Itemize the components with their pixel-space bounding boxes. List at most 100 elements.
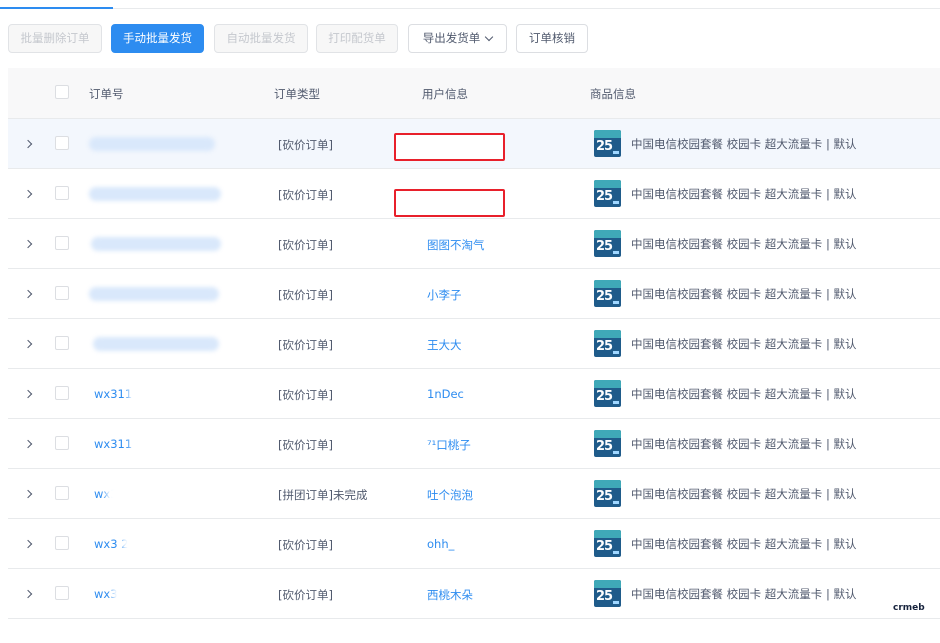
header-order-type: 订单类型 bbox=[274, 87, 320, 101]
table-row[interactable]: wx3 776[砍价订单]西桃木朵25中国电信校园套餐 校园卡 超大流量卡 | … bbox=[8, 569, 940, 619]
expand-row-icon[interactable] bbox=[24, 138, 34, 150]
product-name: 中国电信校园套餐 校园卡 超大流量卡 | 默认 bbox=[631, 387, 857, 401]
expand-row-icon[interactable] bbox=[24, 438, 34, 450]
expand-row-icon[interactable] bbox=[24, 388, 34, 400]
expand-row-icon[interactable] bbox=[24, 588, 34, 600]
order-no-mask bbox=[122, 532, 204, 556]
chevron-down-icon bbox=[485, 32, 494, 42]
user-info-redaction-box bbox=[394, 189, 505, 217]
product-thumbnail: 25 bbox=[594, 580, 621, 607]
product-thumbnail-number: 25 bbox=[596, 589, 613, 604]
table-row[interactable]: [砍价订单] 25 中国电信校园套餐 校园卡 超大流量卡 | 默认 bbox=[8, 169, 940, 219]
user-name-link[interactable]: 图图不淘气 bbox=[427, 237, 485, 253]
product-thumbnail-number: 25 bbox=[596, 539, 613, 554]
header-user-info: 用户信息 bbox=[422, 87, 468, 101]
header-order-no: 订单号 bbox=[89, 87, 124, 101]
product-thumbnail: 25 bbox=[594, 480, 621, 507]
row-checkbox[interactable] bbox=[55, 186, 69, 200]
expand-row-icon[interactable] bbox=[24, 338, 34, 350]
product-name: 中国电信校园套餐 校园卡 超大流量卡 | 默认 bbox=[631, 437, 857, 451]
user-name-link[interactable]: 王大大 bbox=[427, 337, 462, 353]
product-thumbnail-number: 25 bbox=[596, 189, 613, 204]
product-thumbnail-number: 25 bbox=[596, 339, 613, 354]
product-thumbnail-number: 25 bbox=[596, 239, 613, 254]
table-row[interactable]: [砍价订单] 25 中国电信校园套餐 校园卡 超大流量卡 | 默认 bbox=[8, 119, 940, 169]
product-thumbnail: 25 bbox=[594, 430, 621, 457]
table-row[interactable]: wx311 80 [砍价订单] ⁷¹口桃子 25 中国电信校园套餐 校园卡 超大流量卡 … bbox=[8, 419, 940, 469]
row-checkbox[interactable] bbox=[55, 236, 69, 250]
product-thumbnail-number: 25 bbox=[596, 489, 613, 504]
product-thumbnail: 25 bbox=[594, 230, 621, 257]
product-thumbnail: 25 bbox=[594, 380, 621, 407]
order-type: [砍价订单] bbox=[278, 288, 333, 302]
brand-watermark: crmeb bbox=[893, 603, 925, 613]
order-type: [砍价订单] bbox=[278, 538, 333, 552]
table-row[interactable]: [砍价订单] 图图不淘气 25 中国电信校园套餐 校园卡 超大流量卡 | 默认 bbox=[8, 219, 940, 269]
auto-batch-ship-button[interactable]: 自动批量发货 bbox=[214, 24, 308, 53]
order-type: [砍价订单] bbox=[278, 388, 333, 402]
order-no-redacted bbox=[89, 187, 221, 201]
table-header: 订单号 订单类型 用户信息 商品信息 bbox=[8, 68, 940, 119]
order-type: [砍价订单] bbox=[278, 188, 333, 202]
export-shipping-dropdown[interactable]: 导出发货单 bbox=[408, 24, 507, 53]
product-thumbnail: 25 bbox=[594, 130, 621, 157]
order-no-redacted bbox=[91, 237, 221, 251]
order-no-redacted bbox=[89, 137, 215, 151]
product-name: 中国电信校园套餐 校园卡 超大流量卡 | 默认 bbox=[631, 537, 857, 551]
product-name: 中国电信校园套餐 校园卡 超大流量卡 | 默认 bbox=[631, 137, 857, 151]
expand-row-icon[interactable] bbox=[24, 288, 34, 300]
product-thumbnail: 25 bbox=[594, 330, 621, 357]
row-checkbox[interactable] bbox=[55, 486, 69, 500]
table-row[interactable]: [砍价订单] 王大大 25 中国电信校园套餐 校园卡 超大流量卡 | 默认 bbox=[8, 319, 940, 369]
user-name-link[interactable]: 1nDec bbox=[427, 387, 464, 401]
product-name: 中国电信校园套餐 校园卡 超大流量卡 | 默认 bbox=[631, 237, 857, 251]
expand-row-icon[interactable] bbox=[24, 538, 34, 550]
product-name: 中国电信校园套餐 校园卡 超大流量卡 | 默认 bbox=[631, 287, 857, 301]
table-row[interactable]: wx311 [砍价订单] 1nDec 25 中国电信校园套餐 校园卡 超大流量卡 | 默… bbox=[8, 369, 940, 419]
row-checkbox[interactable] bbox=[55, 586, 69, 600]
order-verify-button[interactable]: 订单核销 bbox=[516, 24, 588, 53]
row-checkbox[interactable] bbox=[55, 436, 69, 450]
table-row[interactable]: wx3 208 [砍价订单] ohh_ 25 中国电信校园套餐 校园卡 超大流量卡 | … bbox=[8, 519, 940, 569]
order-type: [砍价订单] bbox=[278, 138, 333, 152]
select-all-checkbox[interactable] bbox=[55, 85, 69, 99]
row-checkbox[interactable] bbox=[55, 136, 69, 150]
product-thumbnail-number: 25 bbox=[596, 289, 613, 304]
print-picking-button[interactable]: 打印配货单 bbox=[316, 24, 398, 53]
manual-batch-ship-button[interactable]: 手动批量发货 bbox=[111, 24, 204, 53]
expand-row-icon[interactable] bbox=[24, 188, 34, 200]
header-product-info: 商品信息 bbox=[590, 87, 636, 101]
user-name-link[interactable]: ⁷¹口桃子 bbox=[427, 437, 471, 453]
table-row[interactable]: wx3 8[拼团订单]未完成吐个泡泡25中国电信校园套餐 校园卡 超大流量卡 |… bbox=[8, 469, 940, 519]
order-no-mask bbox=[128, 382, 220, 406]
user-name-link[interactable]: 吐个泡泡 bbox=[427, 487, 473, 503]
order-no-redacted bbox=[89, 287, 219, 301]
row-checkbox[interactable] bbox=[55, 336, 69, 350]
expand-row-icon[interactable] bbox=[24, 488, 34, 500]
order-type: [砍价订单] bbox=[278, 238, 333, 252]
user-name-link[interactable]: 西桃木朵 bbox=[427, 587, 473, 603]
top-tab-rule bbox=[0, 8, 940, 9]
order-type: [拼团订单]未完成 bbox=[278, 488, 368, 502]
row-checkbox[interactable] bbox=[55, 386, 69, 400]
order-type: [砍价订单] bbox=[278, 438, 333, 452]
order-no-redacted bbox=[93, 337, 219, 351]
active-tab-indicator bbox=[0, 7, 113, 9]
order-no-link[interactable]: wx311 bbox=[94, 387, 132, 401]
order-type: [砍价订单] bbox=[278, 588, 333, 602]
product-name: 中国电信校园套餐 校园卡 超大流量卡 | 默认 bbox=[631, 187, 857, 201]
product-thumbnail: 25 bbox=[594, 530, 621, 557]
user-info-redaction-box bbox=[394, 133, 505, 161]
order-no-mask bbox=[130, 432, 212, 456]
expand-row-icon[interactable] bbox=[24, 238, 34, 250]
order-type: [砍价订单] bbox=[278, 338, 333, 352]
product-thumbnail-number: 25 bbox=[596, 439, 613, 454]
user-name-link[interactable]: 小李子 bbox=[427, 287, 462, 303]
user-name-link[interactable]: ohh_ bbox=[427, 537, 454, 551]
product-thumbnail: 25 bbox=[594, 280, 621, 307]
table-row[interactable]: [砍价订单] 小李子 25 中国电信校园套餐 校园卡 超大流量卡 | 默认 bbox=[8, 269, 940, 319]
row-checkbox[interactable] bbox=[55, 536, 69, 550]
order-no-mask bbox=[106, 482, 204, 506]
row-checkbox[interactable] bbox=[55, 286, 69, 300]
batch-delete-button[interactable]: 批量删除订单 bbox=[8, 24, 102, 53]
